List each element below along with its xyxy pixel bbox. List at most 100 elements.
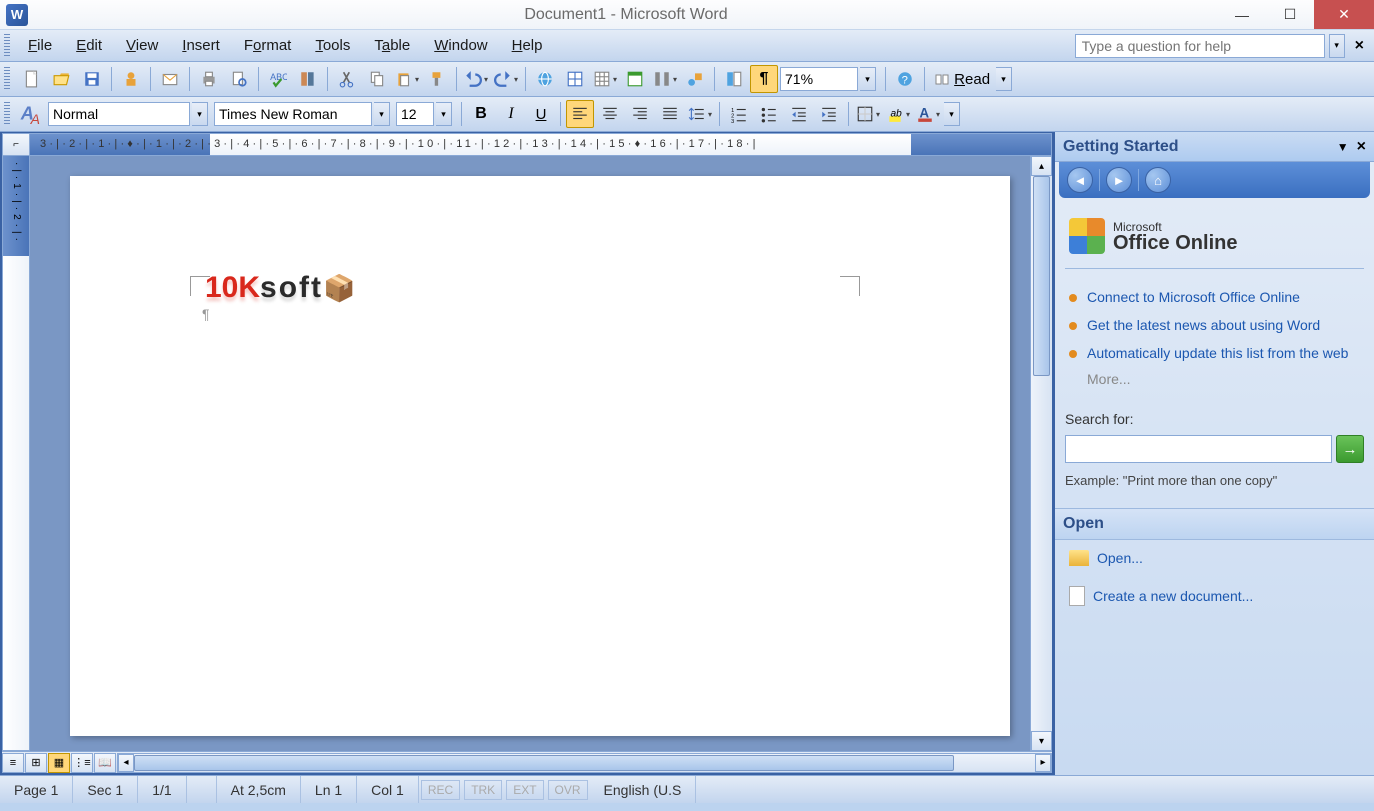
redo-button[interactable] bbox=[492, 65, 520, 93]
copy-button[interactable] bbox=[363, 65, 391, 93]
drawing-button[interactable] bbox=[681, 65, 709, 93]
toolbar-grip-2[interactable] bbox=[4, 102, 10, 126]
scroll-right-icon[interactable]: ▸ bbox=[1035, 754, 1051, 772]
fontsize-dropdown-arrow[interactable]: ▾ bbox=[436, 102, 452, 126]
nav-back-button[interactable]: ◄ bbox=[1067, 167, 1093, 193]
print-preview-button[interactable] bbox=[225, 65, 253, 93]
horizontal-ruler[interactable]: 3·|·2·|·1·|·♦·|·1·|·2·|·3·|·4·|·5·|·6·|·… bbox=[30, 133, 1052, 156]
scroll-left-icon[interactable]: ◂ bbox=[118, 754, 134, 772]
minimize-button[interactable]: — bbox=[1218, 0, 1266, 29]
undo-button[interactable] bbox=[462, 65, 490, 93]
fontsize-combo[interactable]: 12 bbox=[396, 102, 434, 126]
web-view-button[interactable]: ⊞ bbox=[25, 753, 47, 773]
link-connect[interactable]: Connect to Microsoft Office Online bbox=[1087, 289, 1300, 305]
hscroll-thumb[interactable] bbox=[134, 755, 954, 771]
bullets-button[interactable] bbox=[755, 100, 783, 128]
paste-button[interactable] bbox=[393, 65, 421, 93]
close-button[interactable]: ✕ bbox=[1314, 0, 1374, 29]
open-button[interactable] bbox=[48, 65, 76, 93]
line-spacing-button[interactable] bbox=[686, 100, 714, 128]
columns-button[interactable] bbox=[651, 65, 679, 93]
menu-format[interactable]: Format bbox=[232, 33, 304, 58]
increase-indent-button[interactable] bbox=[815, 100, 843, 128]
read-button[interactable]: Read bbox=[930, 65, 994, 93]
status-ovr[interactable]: OVR bbox=[548, 780, 588, 800]
decrease-indent-button[interactable] bbox=[785, 100, 813, 128]
maximize-button[interactable]: ☐ bbox=[1266, 0, 1314, 29]
align-left-button[interactable] bbox=[566, 100, 594, 128]
insert-worksheet-button[interactable] bbox=[621, 65, 649, 93]
permission-button[interactable] bbox=[117, 65, 145, 93]
status-language[interactable]: English (U.S bbox=[590, 776, 697, 803]
menu-help[interactable]: Help bbox=[500, 33, 555, 58]
toolbar-options-arrow-2[interactable]: ▾ bbox=[944, 102, 960, 126]
vertical-scrollbar[interactable]: ▴ ▾ bbox=[1030, 156, 1052, 751]
styles-icon[interactable]: AA bbox=[18, 100, 46, 128]
bold-button[interactable]: B bbox=[467, 100, 495, 128]
cut-button[interactable] bbox=[333, 65, 361, 93]
style-dropdown-arrow[interactable]: ▾ bbox=[192, 102, 208, 126]
menubar-close-button[interactable]: × bbox=[1349, 37, 1370, 55]
scroll-up-icon[interactable]: ▴ bbox=[1031, 156, 1052, 176]
show-hide-button[interactable]: ¶ bbox=[750, 65, 778, 93]
scroll-down-icon[interactable]: ▾ bbox=[1031, 731, 1052, 751]
hyperlink-button[interactable] bbox=[531, 65, 559, 93]
menu-view[interactable]: View bbox=[114, 33, 170, 58]
taskpane-close-button[interactable]: × bbox=[1357, 138, 1366, 156]
outline-view-button[interactable]: ⋮≡ bbox=[71, 753, 93, 773]
link-news[interactable]: Get the latest news about using Word bbox=[1087, 317, 1320, 333]
menu-edit[interactable]: Edit bbox=[64, 33, 114, 58]
justify-button[interactable] bbox=[656, 100, 684, 128]
menu-window[interactable]: Window bbox=[422, 33, 499, 58]
format-painter-button[interactable] bbox=[423, 65, 451, 93]
help-search-input[interactable] bbox=[1075, 34, 1325, 58]
status-trk[interactable]: TRK bbox=[464, 780, 502, 800]
help-button[interactable]: ? bbox=[891, 65, 919, 93]
page-scroll-area[interactable]: 10Ksoft📦 ¶ bbox=[30, 156, 1030, 751]
document-page[interactable]: 10Ksoft📦 ¶ bbox=[70, 176, 1010, 736]
menu-tools[interactable]: Tools bbox=[303, 33, 362, 58]
status-rec[interactable]: REC bbox=[421, 780, 460, 800]
zoom-dropdown-arrow[interactable]: ▾ bbox=[860, 67, 876, 91]
menu-grip[interactable] bbox=[4, 34, 10, 58]
tables-borders-button[interactable] bbox=[561, 65, 589, 93]
insert-table-button[interactable] bbox=[591, 65, 619, 93]
numbering-button[interactable]: 123 bbox=[725, 100, 753, 128]
create-doc-link[interactable]: Create a new document... bbox=[1093, 588, 1253, 604]
email-button[interactable] bbox=[156, 65, 184, 93]
toolbar-options-arrow[interactable]: ▾ bbox=[996, 67, 1012, 91]
font-dropdown-arrow[interactable]: ▾ bbox=[374, 102, 390, 126]
zoom-combo[interactable]: 71% bbox=[780, 67, 858, 91]
menu-file[interactable]: File bbox=[16, 33, 64, 58]
taskpane-dropdown-icon[interactable]: ▼ bbox=[1337, 140, 1349, 154]
nav-home-button[interactable]: ⌂ bbox=[1145, 167, 1171, 193]
print-button[interactable] bbox=[195, 65, 223, 93]
open-link[interactable]: Open... bbox=[1097, 550, 1143, 566]
align-right-button[interactable] bbox=[626, 100, 654, 128]
normal-view-button[interactable]: ≡ bbox=[2, 753, 24, 773]
help-dropdown-arrow[interactable]: ▾ bbox=[1329, 34, 1345, 58]
italic-button[interactable]: I bbox=[497, 100, 525, 128]
link-update[interactable]: Automatically update this list from the … bbox=[1087, 345, 1348, 361]
doc-map-button[interactable] bbox=[720, 65, 748, 93]
vscroll-thumb[interactable] bbox=[1033, 176, 1050, 376]
style-combo[interactable]: Normal bbox=[48, 102, 190, 126]
reading-view-button[interactable]: 📖 bbox=[94, 753, 116, 773]
toolbar-grip[interactable] bbox=[4, 67, 10, 91]
print-view-button[interactable]: ▦ bbox=[48, 753, 70, 773]
horizontal-scrollbar[interactable]: ◂ ▸ bbox=[117, 753, 1052, 773]
new-doc-button[interactable] bbox=[18, 65, 46, 93]
menu-table[interactable]: Table bbox=[362, 33, 422, 58]
save-button[interactable] bbox=[78, 65, 106, 93]
nav-forward-button[interactable]: ► bbox=[1106, 167, 1132, 193]
status-ext[interactable]: EXT bbox=[506, 780, 543, 800]
underline-button[interactable]: U bbox=[527, 100, 555, 128]
search-go-button[interactable]: → bbox=[1336, 435, 1364, 463]
vertical-ruler[interactable]: ·|·1·|·2·|· bbox=[2, 156, 30, 751]
font-combo[interactable]: Times New Roman bbox=[214, 102, 372, 126]
font-color-button[interactable]: A bbox=[914, 100, 942, 128]
research-button[interactable] bbox=[294, 65, 322, 93]
search-input[interactable] bbox=[1065, 435, 1332, 463]
spellcheck-button[interactable]: ABC bbox=[264, 65, 292, 93]
ruler-corner[interactable]: ⌐ bbox=[2, 133, 30, 156]
